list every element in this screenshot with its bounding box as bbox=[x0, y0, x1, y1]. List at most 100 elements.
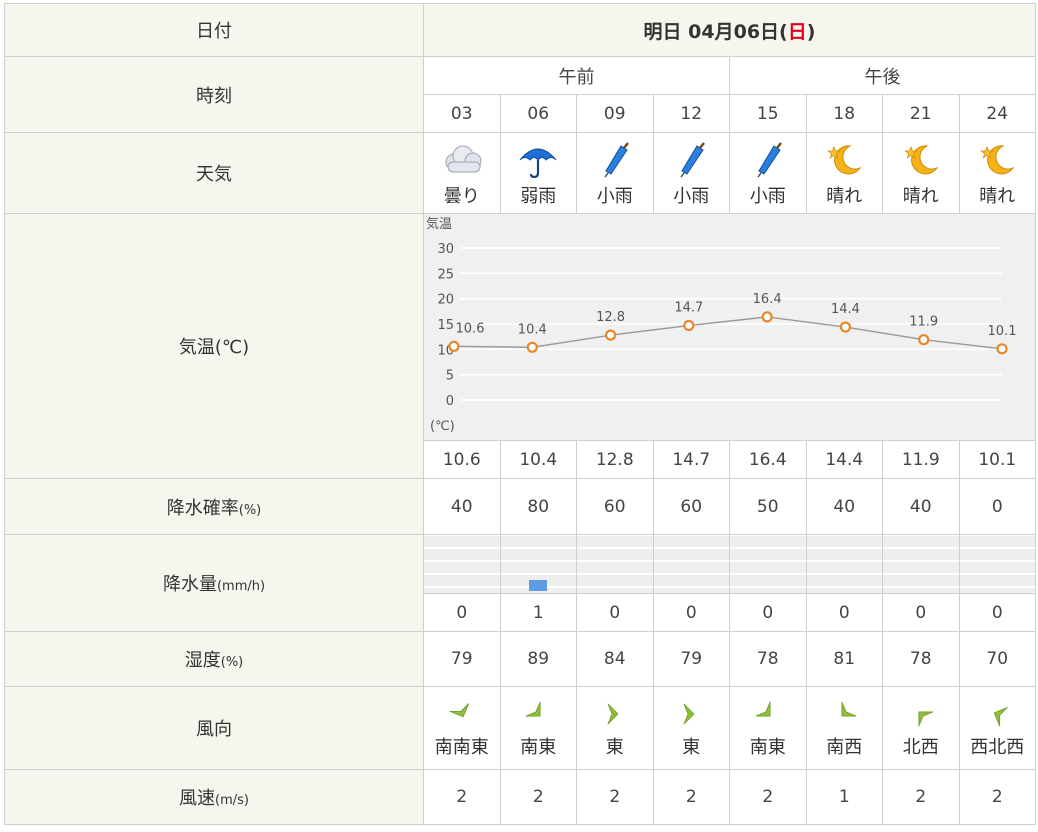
humidity-value: 79 bbox=[423, 631, 501, 687]
precip-amount-bar-cell bbox=[805, 534, 883, 594]
gauge-gridline bbox=[959, 585, 1035, 588]
weather-cell: 晴れ bbox=[958, 132, 1036, 214]
gauge-gridline bbox=[883, 585, 959, 588]
weather-cell: 小雨 bbox=[729, 132, 807, 214]
hour-cell: 06 bbox=[499, 94, 577, 133]
weather-label-text: 小雨 bbox=[749, 186, 786, 207]
precip-amount-value: 0 bbox=[576, 593, 654, 632]
humidity-value: 78 bbox=[729, 631, 807, 687]
wind-speed-value: 2 bbox=[576, 769, 654, 825]
precip-amount-unit: (mm/h) bbox=[216, 579, 266, 594]
gauge-gridline bbox=[806, 559, 882, 562]
wind-dir-text: 北西 bbox=[902, 737, 939, 758]
gauge-gridline bbox=[959, 559, 1035, 562]
gauge-gridline bbox=[883, 559, 959, 562]
wind-speed-value: 2 bbox=[652, 769, 730, 825]
date-suffix: ) bbox=[806, 20, 816, 43]
wind-arrow-icon bbox=[755, 701, 771, 717]
wind-speed-label: 風速(m/s) bbox=[4, 769, 424, 825]
wind-arrow-icon bbox=[607, 703, 619, 725]
gauge-gridline bbox=[500, 546, 576, 549]
gauge-gridline bbox=[424, 572, 500, 575]
humidity-value: 81 bbox=[805, 631, 883, 687]
temperature-point bbox=[839, 321, 852, 333]
wind-dir-cell: 南西 bbox=[805, 686, 883, 770]
hour-cell: 24 bbox=[958, 94, 1036, 133]
wind-dir-text: 南南東 bbox=[434, 737, 489, 758]
wind-dir-text: 西北西 bbox=[970, 737, 1025, 758]
chart-ylabel: 気温 bbox=[426, 216, 452, 232]
wind-dir-text: 東 bbox=[605, 737, 624, 758]
cloud-icon bbox=[445, 145, 482, 173]
temperature-data-label: 16.4 bbox=[753, 292, 782, 307]
precip-prob-value: 40 bbox=[423, 478, 501, 535]
hour-cell: 03 bbox=[423, 94, 501, 133]
wind-speed-text: 風速 bbox=[179, 788, 216, 809]
moon-star-icon bbox=[980, 145, 1015, 175]
hour-cell: 09 bbox=[576, 94, 654, 133]
precip-amount-value: 0 bbox=[652, 593, 730, 632]
precip-prob-value: 80 bbox=[499, 478, 577, 535]
gauge-gridline bbox=[806, 546, 882, 549]
wind-dir-cell: 南東 bbox=[729, 686, 807, 770]
date-label: 日付 bbox=[4, 3, 424, 57]
gauge-gridline bbox=[424, 546, 500, 549]
gauge-gridline bbox=[653, 546, 729, 549]
temperature-data-label: 10.4 bbox=[518, 322, 547, 337]
wind-speed-value: 2 bbox=[729, 769, 807, 825]
humidity-value: 70 bbox=[958, 631, 1036, 687]
temperature-value: 10.4 bbox=[499, 440, 577, 479]
precip-amount-value: 0 bbox=[958, 593, 1036, 632]
gauge-gridline bbox=[653, 585, 729, 588]
chart-ytick: 25 bbox=[437, 267, 454, 282]
weather-label-text: 曇り bbox=[443, 186, 480, 207]
weather-cell: 小雨 bbox=[576, 132, 654, 214]
temperature-point bbox=[918, 334, 930, 346]
gauge-gridline bbox=[424, 559, 500, 562]
gauge-gridline bbox=[577, 559, 653, 562]
temperature-point bbox=[604, 329, 617, 341]
weather-label-text: 弱雨 bbox=[520, 186, 557, 207]
weather-cell: 小雨 bbox=[652, 132, 730, 214]
gauge-gridline bbox=[883, 572, 959, 575]
temperature-chart: 気温(℃)05101520253010.6 10.412.814.716.414.… bbox=[426, 216, 1016, 434]
temperature-point bbox=[448, 340, 460, 352]
gauge-gridline bbox=[577, 546, 653, 549]
precip-amount-gauge bbox=[730, 535, 806, 593]
folded-umbrella-icon bbox=[757, 142, 782, 178]
precip-amount-value: 0 bbox=[805, 593, 883, 632]
chart-yunit: (℃) bbox=[430, 419, 455, 434]
gauge-gridline bbox=[883, 546, 959, 549]
wind-speed-unit: (m/s) bbox=[215, 793, 249, 808]
weather-cell: 晴れ bbox=[882, 132, 960, 214]
temperature-value: 10.6 bbox=[423, 440, 501, 479]
precip-amount-gauge bbox=[883, 535, 959, 593]
weather-label: 天気 bbox=[4, 132, 424, 214]
wind-arrow-icon bbox=[841, 701, 857, 717]
gauge-gridline bbox=[500, 572, 576, 575]
gauge-gridline bbox=[806, 572, 882, 575]
precip-amount-bar-cell bbox=[652, 534, 730, 594]
gauge-gridline bbox=[730, 585, 806, 588]
weather-cell: 弱雨 bbox=[499, 132, 577, 214]
chart-ytick: 0 bbox=[446, 394, 454, 409]
precip-amount-label: 降水量(mm/h) bbox=[4, 534, 424, 632]
wind-arrow-icon bbox=[525, 701, 541, 717]
temperature-chart-cell: 気温 (℃) 0 5 10 15 20 25 30 10.6 10.4 12.8 14.7 16.4 14.… bbox=[423, 213, 1036, 441]
gauge-gridline bbox=[959, 572, 1035, 575]
weekday-sunday: 日 bbox=[787, 20, 807, 43]
period-am: 午前 bbox=[423, 56, 730, 95]
wind-dir-label: 風向 bbox=[4, 686, 424, 770]
wind-speed-value: 2 bbox=[882, 769, 960, 825]
chart-ytick: 15 bbox=[437, 318, 454, 333]
wind-speed-value: 2 bbox=[499, 769, 577, 825]
precip-amount-bar bbox=[529, 579, 548, 591]
wind-dir-cell: 南南東 bbox=[423, 686, 501, 770]
hour-cell: 15 bbox=[729, 94, 807, 133]
weather-label-text: 小雨 bbox=[673, 186, 710, 207]
precip-prob-label: 降水確率(%) bbox=[4, 478, 424, 535]
gauge-gridline bbox=[806, 585, 882, 588]
precip-prob-value: 60 bbox=[576, 478, 654, 535]
weather-label-text: 小雨 bbox=[596, 186, 633, 207]
period-pm: 午後 bbox=[729, 56, 1036, 95]
